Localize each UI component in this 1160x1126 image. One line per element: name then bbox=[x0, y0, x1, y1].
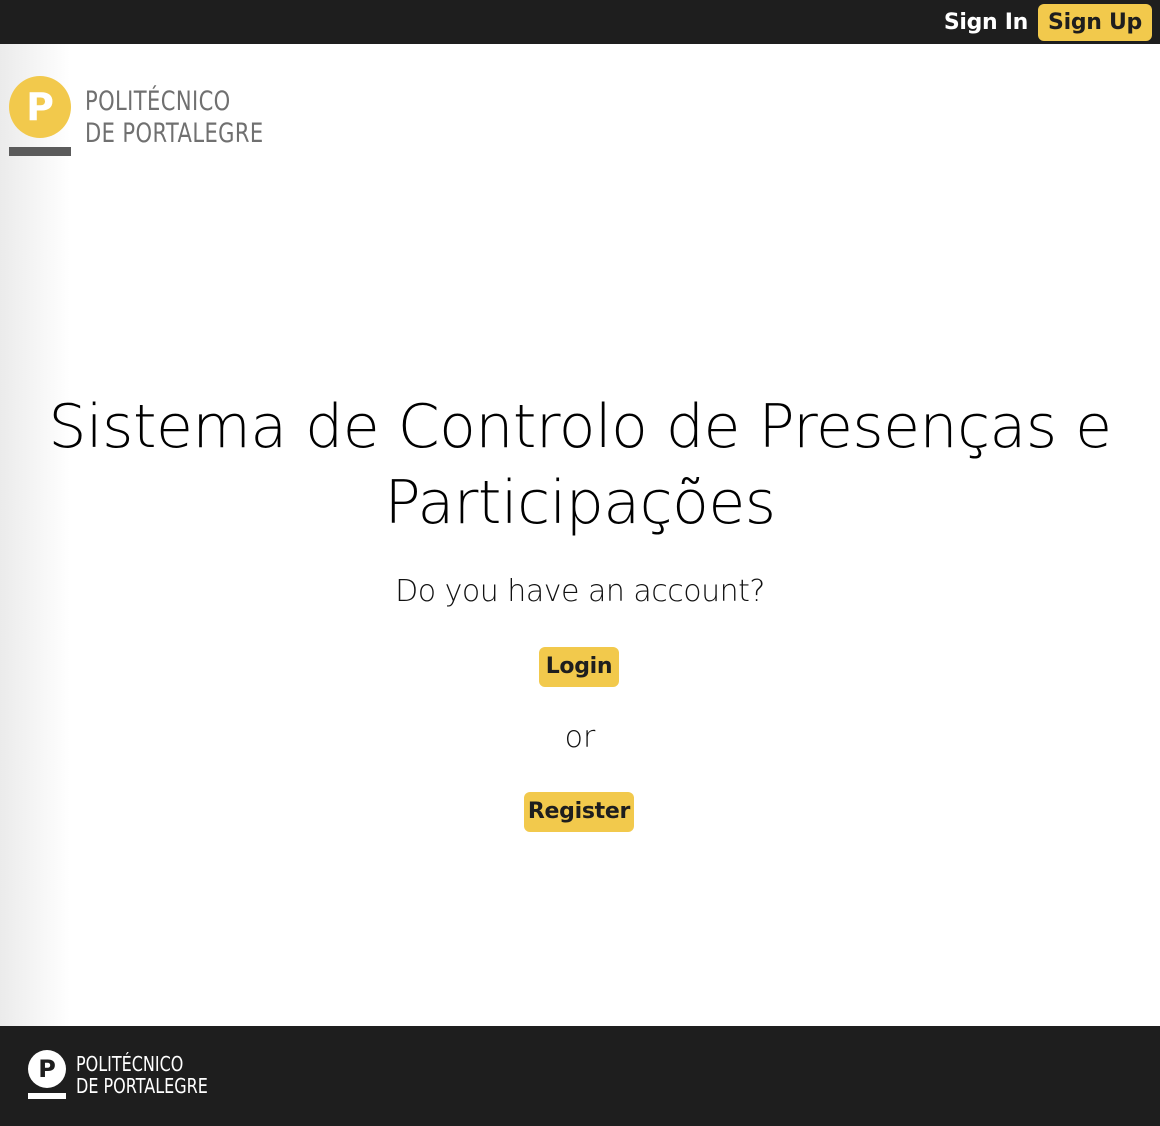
brand-logo[interactable]: P POLITÉCNICO DE PORTALEGRE bbox=[8, 76, 298, 160]
brand-name-line2: DE PORTALEGRE bbox=[85, 118, 264, 149]
footer-logo[interactable]: P POLITÉCNICO DE PORTALEGRE bbox=[28, 1050, 228, 1106]
footer-brand-name-line1: POLITÉCNICO bbox=[76, 1052, 184, 1076]
login-button[interactable]: Login bbox=[539, 647, 619, 687]
brand-name-line1: POLITÉCNICO bbox=[85, 86, 231, 117]
sign-up-button[interactable]: Sign Up bbox=[1038, 3, 1152, 41]
page-title-line2: Participações bbox=[384, 468, 777, 538]
page-title: Sistema de Controlo de Presenças e Parti… bbox=[0, 389, 1160, 541]
footer-brand-name: POLITÉCNICO DE PORTALEGRE bbox=[76, 1053, 208, 1097]
or-separator: or bbox=[564, 720, 596, 755]
page-title-line1: Sistema de Controlo de Presenças e bbox=[48, 392, 1112, 462]
brand-name: POLITÉCNICO DE PORTALEGRE bbox=[85, 86, 264, 150]
footer-brand-name-line2: DE PORTALEGRE bbox=[76, 1074, 208, 1098]
sign-in-link[interactable]: Sign In bbox=[944, 10, 1029, 35]
footer-logo-letter: P bbox=[38, 1055, 56, 1083]
footer: P POLITÉCNICO DE PORTALEGRE bbox=[0, 1026, 1160, 1126]
logo-p-icon: P bbox=[9, 76, 71, 138]
main-content: P POLITÉCNICO DE PORTALEGRE Sistema de C… bbox=[0, 44, 1160, 1026]
register-button[interactable]: Register bbox=[524, 792, 634, 832]
logo-letter: P bbox=[26, 85, 54, 129]
footer-logo-p-icon: P bbox=[28, 1050, 66, 1088]
logo-bar bbox=[9, 147, 71, 156]
top-navbar: Sign In Sign Up bbox=[0, 0, 1160, 44]
footer-logo-bar bbox=[28, 1093, 66, 1099]
account-question: Do you have an account? bbox=[395, 574, 765, 609]
